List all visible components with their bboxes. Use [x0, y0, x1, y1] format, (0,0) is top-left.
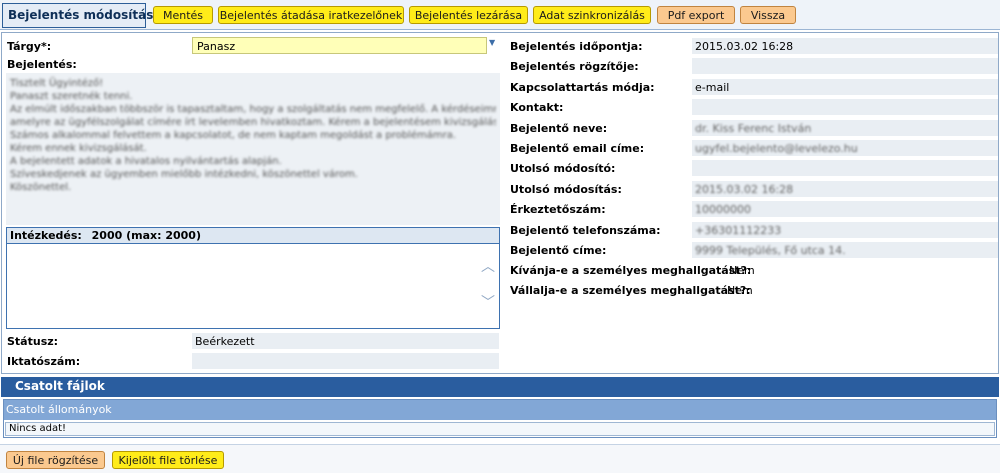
save-button[interactable]: Mentés — [153, 6, 213, 24]
action-header: Intézkedés: 2000 (max: 2000) — [7, 228, 499, 244]
recorder-label: Bejelentés rögzítője: — [510, 60, 639, 73]
status-value: Beérkezett — [192, 333, 499, 349]
filing-number-label: Iktatószám: — [7, 355, 81, 368]
description-line: Tisztelt Ügyintéző! — [10, 78, 104, 89]
last-modifier-label: Utolsó módosító: — [510, 162, 616, 175]
new-file-button[interactable]: Új file rögzítése — [6, 451, 105, 469]
address-value: 9999 Település, Fő utca 14. — [692, 242, 998, 258]
filing-number-value — [192, 353, 499, 369]
phone-label: Bejelentő telefonszáma: — [510, 224, 661, 237]
description-line: Számos alkalommal felvettem a kapcsolato… — [10, 130, 457, 141]
status-label: Státusz: — [7, 335, 59, 348]
attachments-table: Csatolt állományok Nincs adat! — [3, 399, 997, 438]
subject-select[interactable]: Panasz — [192, 37, 487, 54]
action-box: Intézkedés: 2000 (max: 2000) ︿ ﹀ — [6, 227, 500, 329]
report-time-label: Bejelentés időpontja: — [510, 40, 643, 53]
delete-file-button[interactable]: Kijelölt file törlése — [112, 451, 224, 469]
reporter-email-value: ugyfel.bejelento@levelezo.hu — [692, 140, 998, 156]
description-line: Az elmúlt időszakban többször is tapaszt… — [10, 104, 496, 115]
contact-mode-value: e-mail — [692, 79, 998, 95]
phone-value: +36301112233 — [692, 222, 998, 238]
address-label: Bejelentő címe: — [510, 244, 607, 257]
page-title: Bejelentés módosítása — [2, 3, 161, 28]
close-report-button[interactable]: Bejelentés lezárása — [409, 6, 528, 24]
action-label: Intézkedés: — [10, 229, 82, 242]
attachments-column-header: Csatolt állományok — [4, 400, 996, 420]
arrival-number-value: 10000000 — [692, 201, 998, 217]
description-line: A bejelentett adatok a hivatalos nyilván… — [10, 156, 282, 167]
description-label: Bejelentés: — [7, 58, 77, 71]
recorder-value — [692, 58, 998, 74]
report-form-panel: Tárgy*: Panasz ▼ Bejelentés: Tisztelt Üg… — [1, 32, 999, 374]
reporter-email-label: Bejelentő email címe: — [510, 142, 645, 155]
attachments-empty-row: Nincs adat! — [5, 422, 995, 436]
sync-button[interactable]: Adat szinkronizálás — [533, 6, 651, 24]
report-time-value: 2015.03.02 16:28 — [692, 38, 998, 54]
description-line: Panaszt szeretnék tenni. — [10, 91, 133, 102]
last-modified-label: Utolsó módosítás: — [510, 183, 622, 196]
chevron-down-icon[interactable]: ▼ — [489, 38, 495, 47]
handover-button[interactable]: Bejelentés átadása iratkezelőnek — [218, 6, 404, 24]
last-modified-value: 2015.03.02 16:28 — [692, 181, 998, 197]
contact-label: Kontakt: — [510, 101, 564, 114]
accept-hearing-value: Nem — [727, 284, 753, 297]
contact-value — [692, 99, 998, 115]
reporter-name-value: dr. Kiss Ferenc István — [692, 120, 998, 136]
description-line: Kérem ennek kivizsgálását. — [10, 143, 147, 154]
description-textarea[interactable]: Tisztelt Ügyintéző! Panaszt szeretnék te… — [6, 73, 500, 225]
description-line: amelyre az ügyfélszolgálat címére írt le… — [10, 117, 496, 128]
scroll-down-icon[interactable]: ﹀ — [481, 292, 495, 312]
scroll-up-icon[interactable]: ︿ — [481, 256, 495, 276]
arrival-number-label: Érkeztetőszám: — [510, 203, 606, 216]
attachments-header: Csatolt fájlok — [1, 377, 999, 397]
toolbar: Bejelentés módosítása Mentés Bejelentés … — [0, 0, 1000, 30]
action-counter: 2000 (max: 2000) — [91, 229, 201, 242]
personal-hearing-label: Kívánja-e a személyes meghallgatást?: — [510, 264, 752, 277]
action-textarea[interactable] — [7, 245, 482, 328]
subject-label: Tárgy*: — [7, 40, 52, 53]
pdf-export-button[interactable]: Pdf export — [657, 6, 735, 24]
accept-hearing-label: Vállalja-e a személyes meghallgatást?: — [510, 284, 751, 297]
description-line: Köszönettel. — [10, 182, 72, 193]
personal-hearing-value: Nem — [729, 264, 755, 277]
back-button[interactable]: Vissza — [740, 6, 796, 24]
last-modifier-value — [692, 160, 998, 176]
contact-mode-label: Kapcsolattartás módja: — [510, 81, 655, 94]
bottom-toolbar: Új file rögzítése Kijelölt file törlése — [0, 444, 1000, 473]
description-line: Szíveskedjenek az ügyemben mielőbb intéz… — [10, 169, 358, 180]
reporter-name-label: Bejelentő neve: — [510, 122, 608, 135]
